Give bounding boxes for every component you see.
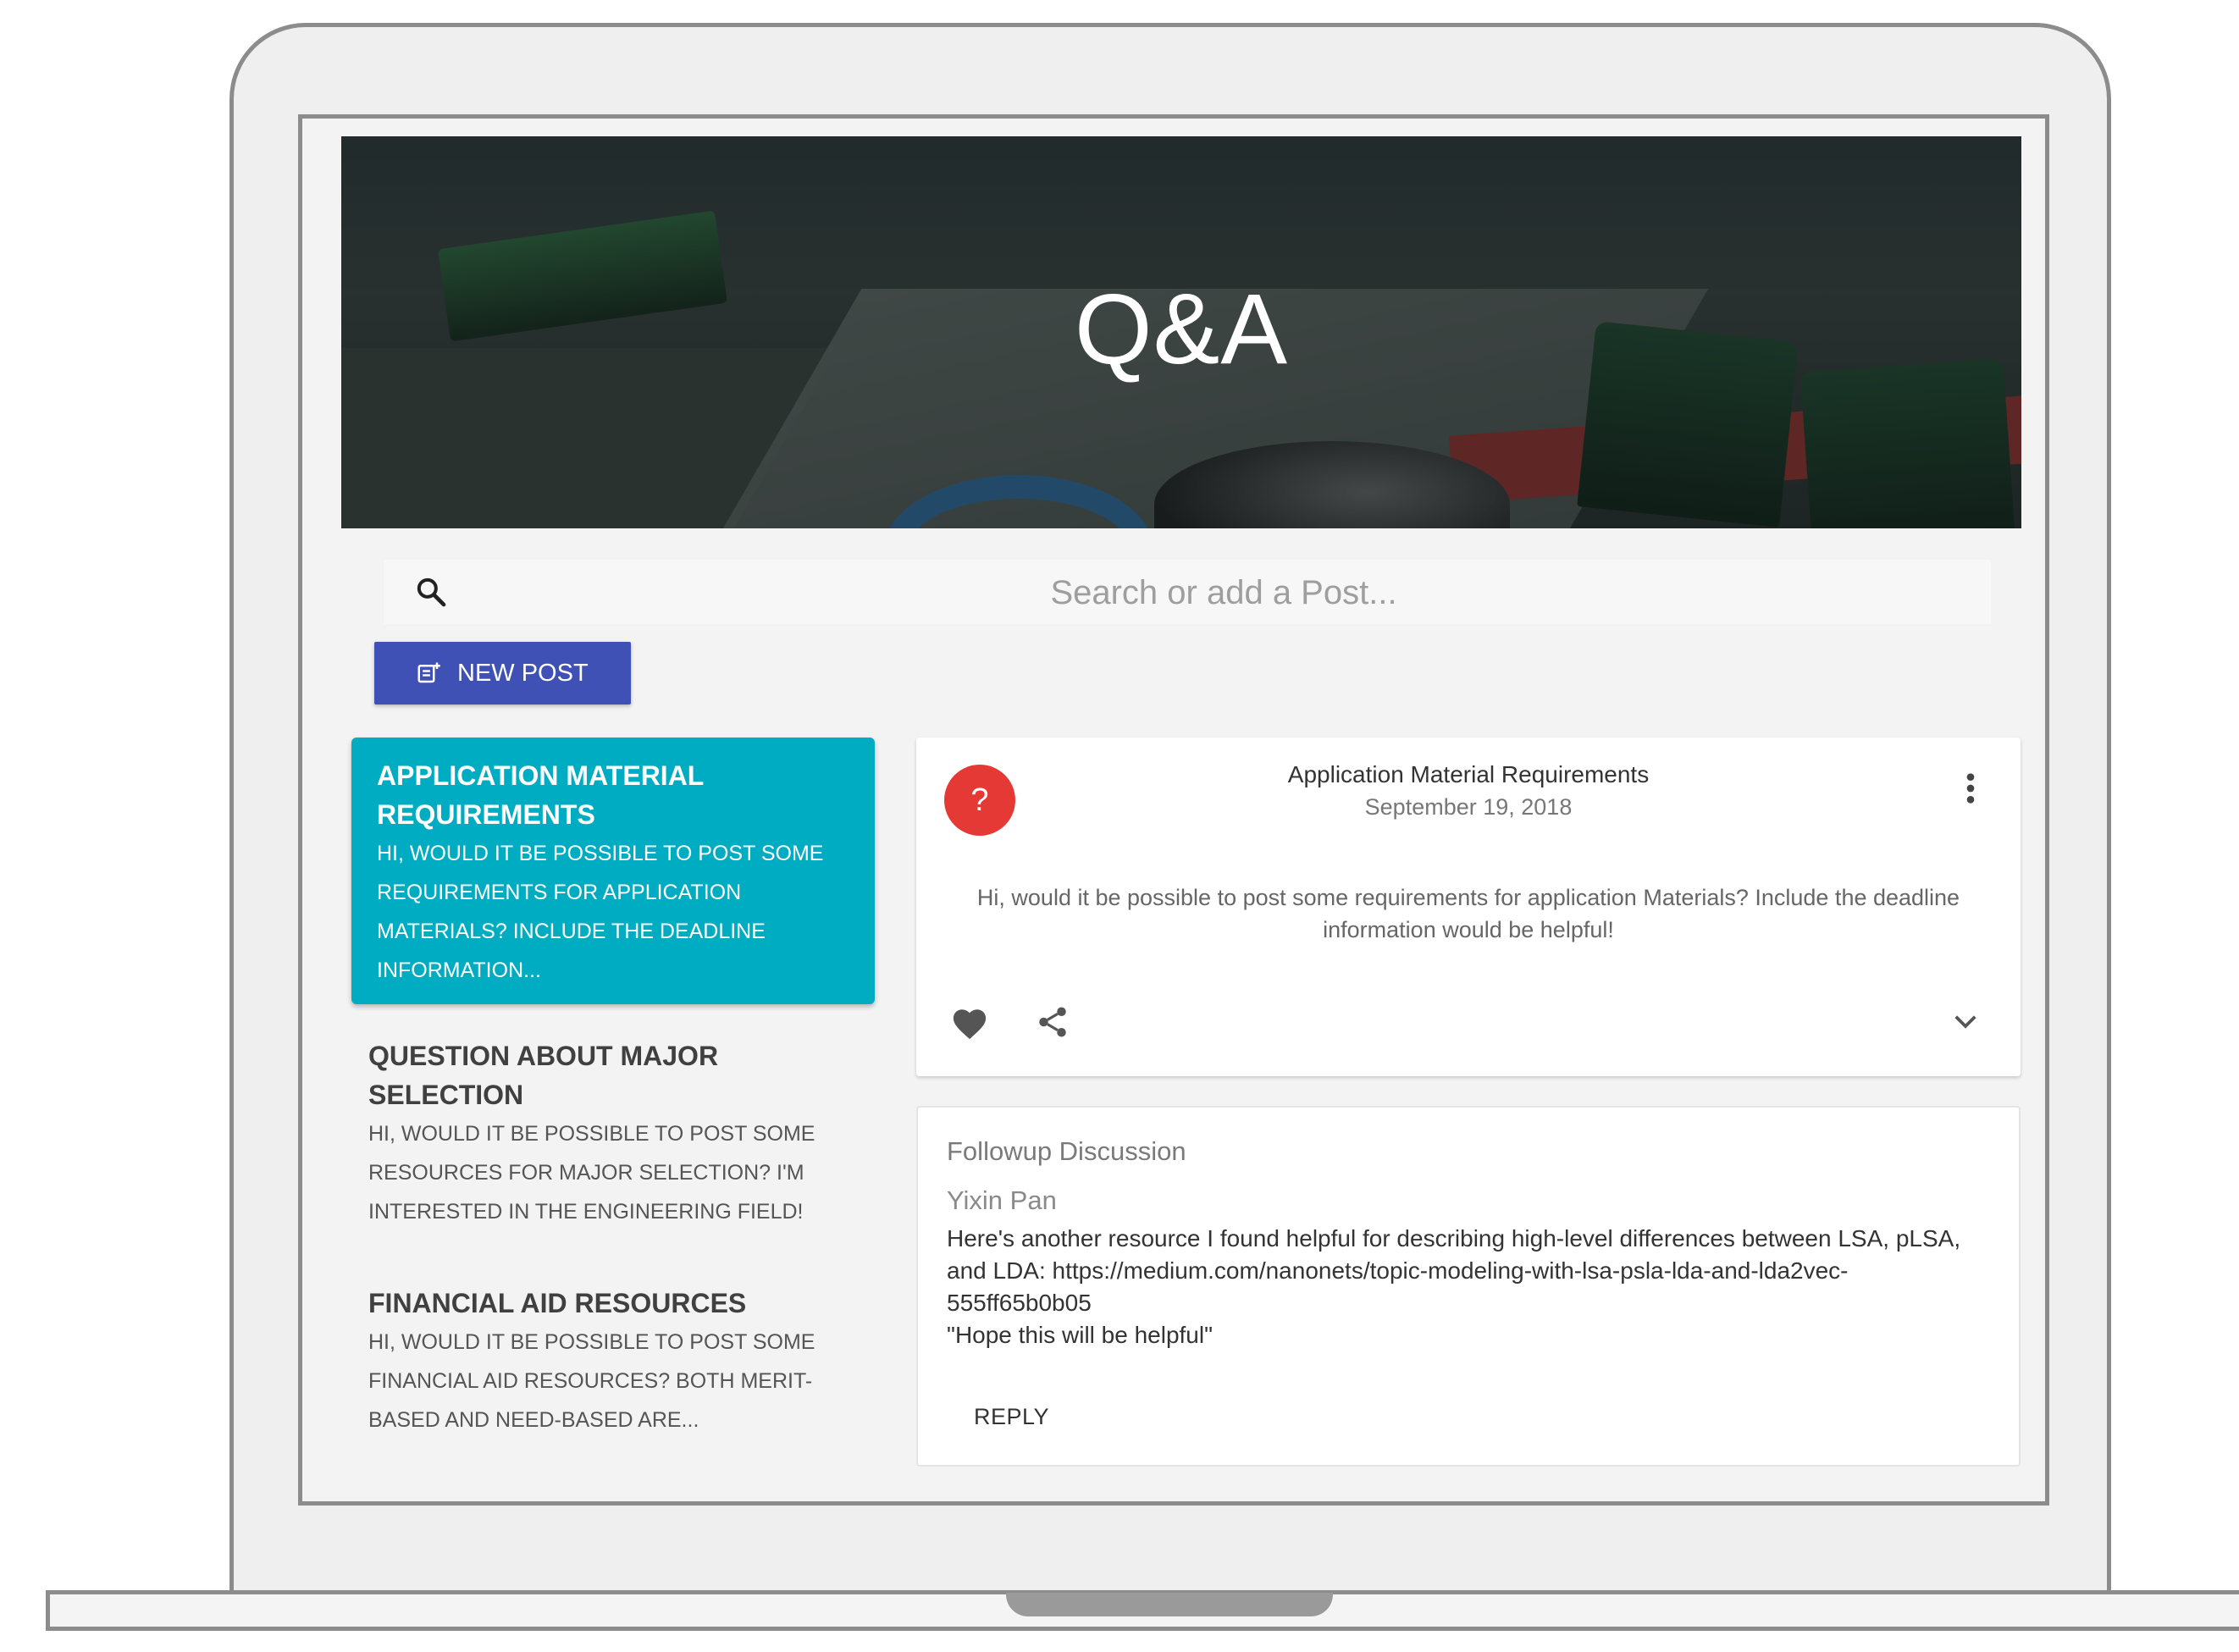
new-post-label: NEW POST bbox=[457, 659, 589, 687]
post-title: Financial Aid Resources bbox=[368, 1288, 747, 1318]
laptop-notch bbox=[1006, 1593, 1333, 1616]
post-list-item[interactable]: Question about Major Selection Hi, would… bbox=[343, 1019, 851, 1248]
share-icon[interactable] bbox=[1035, 1003, 1070, 1041]
reply-button[interactable]: REPLY bbox=[955, 1395, 1068, 1438]
followup-body: Here's another resource I found helpful … bbox=[947, 1225, 1961, 1348]
post-excerpt: Hi, would it be possible to post some fi… bbox=[368, 1330, 815, 1432]
more-vert-icon[interactable] bbox=[1965, 771, 1976, 805]
post-list-item[interactable]: Financial Aid Resources Hi, would it be … bbox=[343, 1267, 851, 1456]
hero-banner: Q&A bbox=[341, 136, 2021, 528]
followup-discussion: Followup Discussion Yixin Pan Here's ano… bbox=[916, 1106, 2021, 1467]
followup-author: Yixin Pan bbox=[947, 1185, 1057, 1215]
new-post-button[interactable]: NEW POST bbox=[374, 642, 631, 704]
post-detail-card: ? Application Material Requirements Sept… bbox=[916, 738, 2021, 1076]
post-excerpt: Hi, would it be possible to post some re… bbox=[368, 1122, 815, 1224]
followup-heading: Followup Discussion bbox=[947, 1136, 1186, 1166]
new-post-icon bbox=[417, 662, 440, 683]
heart-icon[interactable] bbox=[950, 1007, 989, 1041]
chevron-down-icon[interactable] bbox=[1953, 1014, 1978, 1030]
post-detail-body: Hi, would it be possible to post some re… bbox=[976, 885, 1960, 942]
post-excerpt: Hi, would it be possible to post some re… bbox=[377, 842, 824, 982]
page-title: Q&A bbox=[1074, 273, 1289, 385]
search-bar[interactable] bbox=[384, 560, 1991, 626]
post-title: Application Material Requirements bbox=[377, 760, 704, 830]
post-list-item-active[interactable]: Application Material Requirements Hi, wo… bbox=[351, 738, 875, 1004]
laptop-screen: Q&A NEW POST Application Material Requir… bbox=[298, 114, 2049, 1506]
search-icon[interactable] bbox=[414, 575, 448, 609]
post-detail-title: Application Material Requirements bbox=[1287, 761, 1650, 787]
search-input[interactable] bbox=[477, 560, 1971, 626]
post-detail-date: September 19, 2018 bbox=[1364, 794, 1573, 820]
post-title: Question about Major Selection bbox=[368, 1041, 719, 1110]
